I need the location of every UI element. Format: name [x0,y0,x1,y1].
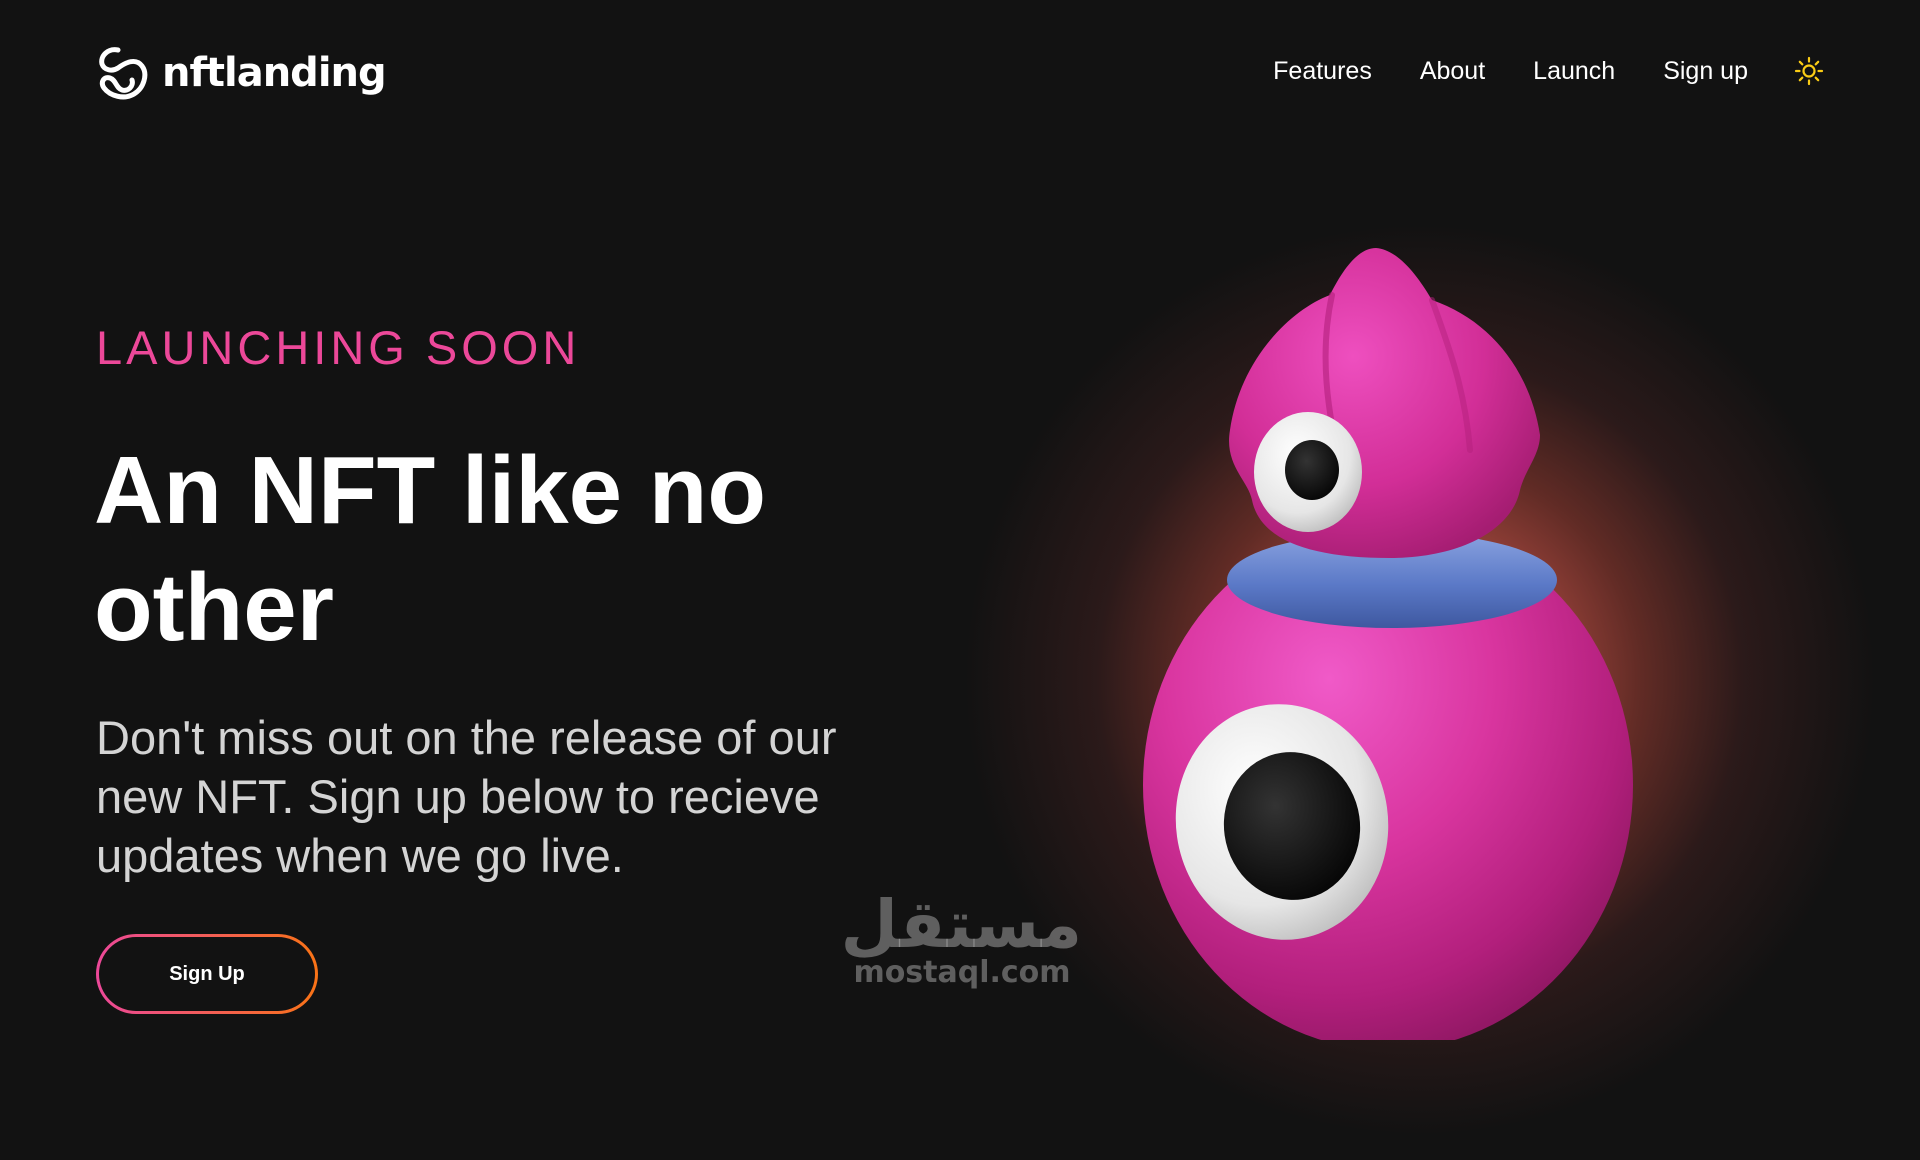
hero-headline: An NFT like no other [94,437,766,661]
pink-monster-character [1143,248,1633,1040]
nav-item-launch[interactable]: Launch [1533,56,1615,86]
logo-text: nftlanding [162,50,387,96]
swirl-logo-icon [99,47,148,100]
nav-item-sign-up[interactable]: Sign up [1663,56,1748,86]
main-nav: Features About Launch Sign up [1273,56,1824,86]
site-header: nftlanding Features About Launch Sign up [0,0,1920,150]
nav-item-features[interactable]: Features [1273,56,1372,86]
watermark: مستقل mostaql.com [840,886,1082,990]
nav-item-about[interactable]: About [1420,56,1485,86]
watermark-latin: mostaql.com [853,955,1071,990]
hero-description: Don't miss out on the release of our new… [96,711,837,882]
logo[interactable]: nftlanding [96,44,387,102]
watermark-arabic: مستقل [840,886,1082,963]
sun-icon[interactable] [1794,56,1824,86]
sign-up-button-label: Sign Up [99,937,315,1011]
sign-up-button[interactable]: Sign Up [96,934,318,1014]
eyebrow-text: LAUNCHING SOON [96,321,581,374]
